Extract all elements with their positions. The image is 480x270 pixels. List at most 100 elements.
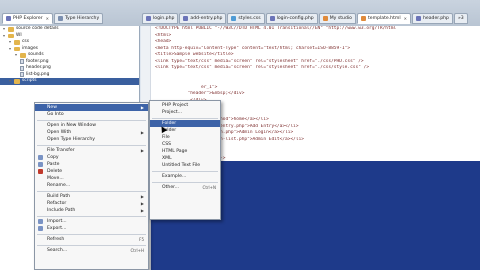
- menu-item[interactable]: Open in New Window: [35, 122, 148, 129]
- submenu-arrow-icon: ▶: [140, 148, 144, 153]
- menu-item-label: Open Type Hierarchy: [47, 137, 95, 142]
- close-icon[interactable]: ✕: [46, 16, 49, 21]
- tree-item-label: scripts: [22, 78, 37, 83]
- php-file-icon: [146, 16, 151, 21]
- menu-item[interactable]: Search... Ctrl+H: [35, 247, 148, 254]
- menu-item[interactable]: Open Type Hierarchy: [35, 136, 148, 143]
- editor-tab[interactable]: template.html ✕: [356, 13, 411, 24]
- html-file-icon: [322, 16, 328, 21]
- expand-icon[interactable]: ▾: [8, 46, 12, 53]
- menu-item[interactable]: HTML Page: [150, 148, 220, 155]
- menu-item-label: Rename...: [47, 183, 71, 188]
- tree-item-label: source code details: [16, 26, 59, 31]
- css-file-icon: [231, 16, 237, 21]
- editor-tab[interactable]: styles.css: [227, 13, 265, 24]
- menu-item[interactable]: Rename...: [35, 182, 148, 189]
- tab-type-hierarchy[interactable]: Type Hierarchy: [53, 13, 104, 24]
- php-file-icon: [269, 16, 275, 21]
- menu-item[interactable]: Move...: [35, 175, 148, 182]
- ide-window: PHP Explorer ✕ Type Hierarchy login.php a…: [0, 0, 480, 270]
- menu-separator: [152, 170, 218, 172]
- menu-item[interactable]: File: [150, 134, 220, 141]
- menu-item-label: Delete: [47, 169, 63, 174]
- menu-item[interactable]: New ▶: [35, 104, 148, 111]
- tree-item[interactable]: ▾ scripts: [0, 78, 139, 85]
- menu-item-label: HTML Page: [162, 149, 188, 154]
- menu-item-label: Paste: [47, 162, 60, 167]
- menu-item[interactable]: Build Path ▶: [35, 193, 148, 200]
- menu-item[interactable]: Export...: [35, 225, 148, 232]
- file-icon: [20, 72, 24, 78]
- menu-item-label: Search...: [47, 248, 68, 253]
- menu-item-label: PHP Project: [162, 103, 189, 108]
- menu-item[interactable]: Project...: [150, 109, 220, 116]
- menu-item[interactable]: Example...: [150, 173, 220, 180]
- menu-item[interactable]: Go Into: [35, 111, 148, 118]
- export-icon: [38, 226, 43, 231]
- tab-label: PHP Explorer: [13, 16, 43, 21]
- menu-separator: [37, 215, 146, 217]
- php-file-icon: [183, 16, 189, 21]
- menu-item-label: Import...: [47, 219, 67, 224]
- delete-icon: [38, 169, 43, 174]
- editor-tab[interactable]: login-config.php: [265, 13, 318, 24]
- menu-item[interactable]: Import...: [35, 218, 148, 225]
- menu-item-label: File Transfer: [47, 148, 75, 153]
- menu-shortcut: F5: [139, 237, 144, 242]
- editor-tab[interactable]: header.php: [412, 13, 453, 24]
- file-icon: [20, 65, 24, 71]
- menu-item-label: Project...: [162, 110, 183, 115]
- menu-separator: [37, 233, 146, 235]
- expand-icon[interactable]: ▾: [2, 33, 6, 40]
- file-icon: [20, 59, 24, 65]
- menu-item[interactable]: Refactor ▶: [35, 200, 148, 207]
- editor-tab[interactable]: add-entry.php: [179, 13, 227, 24]
- tree-item-label: WI: [16, 32, 22, 38]
- expand-icon[interactable]: ▾: [14, 52, 18, 59]
- menu-item-label: Copy: [47, 155, 59, 160]
- menu-item[interactable]: Other... Ctrl+N: [150, 184, 220, 191]
- menu-item-label: XML: [162, 156, 172, 161]
- menu-item-label: Include Path: [47, 208, 76, 213]
- menu-item-label: File: [162, 135, 170, 140]
- editor-tab[interactable]: My studio: [318, 13, 356, 24]
- php-file-icon: [416, 16, 421, 21]
- menu-item[interactable]: CSS: [150, 141, 220, 148]
- menu-item[interactable]: File Transfer ▶: [35, 147, 148, 154]
- menu-item[interactable]: Delete: [35, 168, 148, 175]
- paste-icon: [38, 162, 43, 167]
- menu-item[interactable]: Untitled Text File: [150, 162, 220, 169]
- menu-item-label: Move...: [47, 176, 64, 181]
- menu-item-label: Open in New Window: [47, 123, 96, 128]
- editor-tab-label: styles.css: [238, 16, 261, 21]
- editor-tab-label: header.php: [423, 16, 449, 21]
- tab-label: Type Hierarchy: [64, 16, 100, 21]
- folder-icon: [14, 79, 20, 84]
- close-icon[interactable]: ✕: [404, 16, 407, 21]
- type-hierarchy-icon: [57, 16, 63, 21]
- menu-item[interactable]: Refresh F5: [35, 236, 148, 243]
- menu-item[interactable]: Open With ▶: [35, 129, 148, 136]
- folder-icon: [8, 33, 14, 38]
- menu-item-label: Open With: [47, 130, 72, 135]
- menu-shortcut: Ctrl+N: [202, 185, 216, 190]
- context-menu: New ▶ Go Into Open in New Window Open With ▶ O…: [34, 102, 149, 270]
- menu-item[interactable]: Include Path ▶: [35, 207, 148, 214]
- tab-overflow[interactable]: »3: [453, 13, 468, 24]
- editor-tab-label: template.html: [367, 16, 401, 21]
- editor-tab[interactable]: login.php: [142, 13, 179, 24]
- editor-tabbar: login.php add-entry.php styles.css login-co…: [140, 0, 480, 26]
- menu-item-label: New: [47, 105, 58, 110]
- menu-item[interactable]: Paste: [35, 161, 148, 168]
- menu-item[interactable]: XML: [150, 155, 220, 162]
- folder-icon: [14, 40, 20, 45]
- tab-php-explorer[interactable]: PHP Explorer ✕: [2, 13, 53, 24]
- menu-item[interactable]: PHP Project: [150, 102, 220, 109]
- expand-icon[interactable]: ▾: [8, 78, 12, 85]
- menu-item-label: CSS: [162, 142, 172, 147]
- menu-separator: [152, 117, 218, 119]
- submenu-arrow-icon: ▶: [140, 208, 144, 213]
- submenu-arrow-icon: ▶: [140, 201, 144, 206]
- menu-item[interactable]: Copy: [35, 154, 148, 161]
- menu-separator: [37, 244, 146, 246]
